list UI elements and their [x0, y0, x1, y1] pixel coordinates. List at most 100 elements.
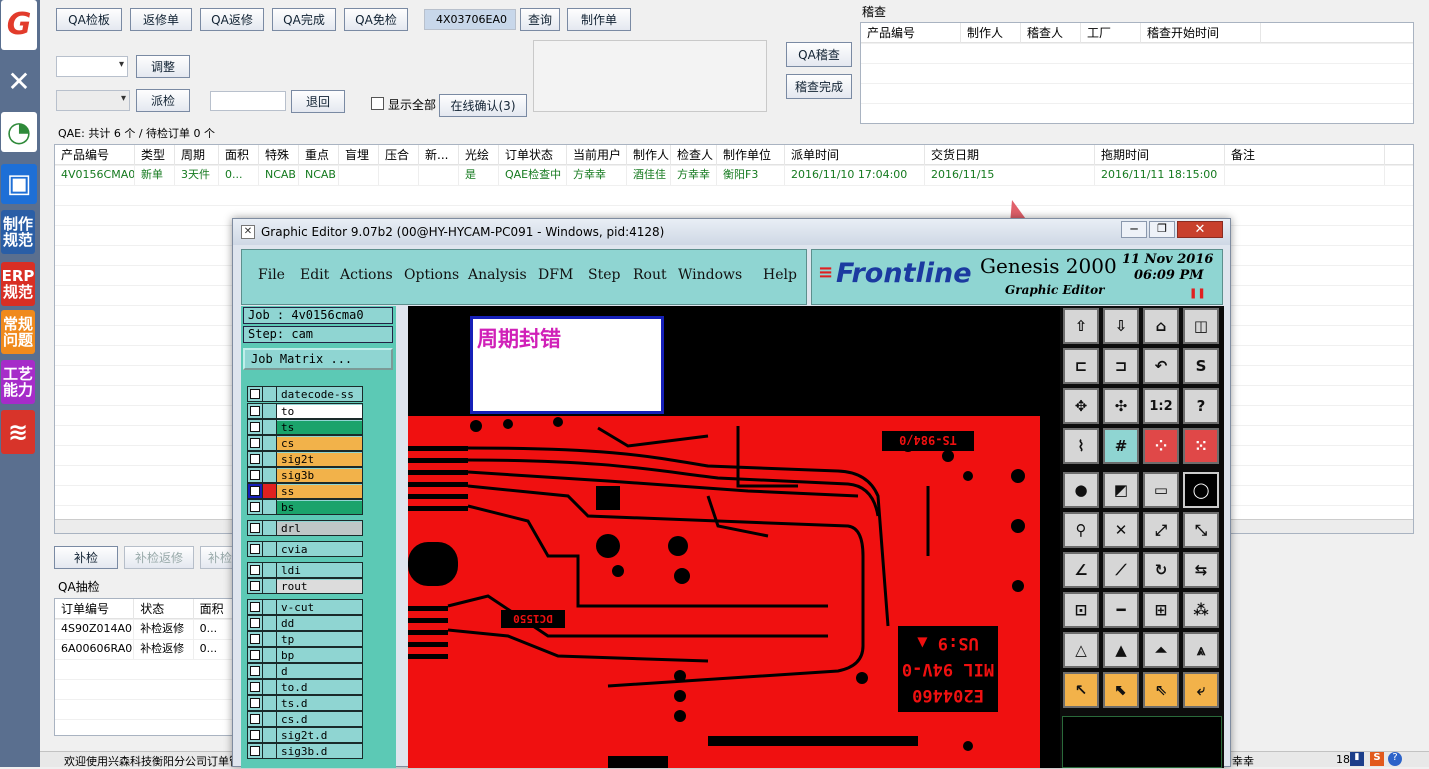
tool-rotate-icon[interactable]: ↻ — [1143, 552, 1179, 588]
rail-save-button[interactable]: ▣ — [1, 164, 37, 204]
orders-col-header[interactable]: 订单状态 — [499, 145, 567, 165]
layer-row[interactable]: sig2t.d — [247, 727, 363, 743]
layer-row[interactable]: ss — [247, 483, 363, 499]
qa-done-button[interactable]: QA完成 — [272, 8, 336, 31]
make-order-button[interactable]: 制作单 — [567, 8, 631, 31]
tool-tri4-icon[interactable]: ⩓ — [1183, 632, 1219, 668]
audit-col-header[interactable]: 工厂 — [1081, 23, 1141, 43]
menu-rout[interactable]: Rout — [633, 267, 667, 283]
tool-zoom-box-icon[interactable]: ◫ — [1183, 308, 1219, 344]
tray-help-icon[interactable]: ? — [1388, 752, 1402, 766]
tool-pad-icon[interactable]: ● — [1063, 472, 1099, 508]
rework-order-button[interactable]: 返修单 — [130, 8, 192, 31]
rail-process-button[interactable]: 工艺能力 — [1, 360, 35, 404]
menu-options[interactable]: Options — [404, 267, 459, 283]
orders-col-header[interactable]: 备注 — [1225, 145, 1385, 165]
layer-row[interactable]: drl — [247, 520, 363, 536]
rail-erp-button[interactable]: ERP规范 — [1, 262, 35, 306]
layer-checkbox[interactable] — [248, 680, 263, 694]
rail-logo-button[interactable]: G — [1, 0, 37, 50]
layer-checkbox[interactable] — [248, 500, 263, 514]
rail-tools-button[interactable]: ✕ — [1, 62, 37, 102]
audit-col-header[interactable]: 制作人 — [961, 23, 1021, 43]
layer-row[interactable]: bp — [247, 647, 363, 663]
layer-row[interactable]: bs — [247, 499, 363, 515]
qa-audit-button[interactable]: QA稽查 — [786, 42, 852, 67]
orders-col-header[interactable]: 光绘 — [459, 145, 499, 165]
adjust-button[interactable]: 调整 — [136, 55, 190, 78]
layer-row[interactable]: dd — [247, 615, 363, 631]
tool-line-icon[interactable]: ⚲ — [1063, 512, 1099, 548]
layer-checkbox[interactable] — [248, 632, 263, 646]
orders-col-header[interactable]: 检查人 — [671, 145, 717, 165]
orders-col-header[interactable]: 类型 — [135, 145, 175, 165]
layer-checkbox[interactable] — [248, 436, 263, 450]
tool-snap-icon[interactable]: ⊡ — [1063, 592, 1099, 628]
audit-col-header[interactable]: 稽查开始时间 — [1141, 23, 1261, 43]
tool-tri2-icon[interactable]: ▲ — [1103, 632, 1139, 668]
table-row[interactable]: 4V0156CMA0 新单 3天件 0... NCAB NCAB 是 QAE检查… — [55, 165, 1413, 185]
tool-ruler-icon[interactable]: ▭ — [1143, 472, 1179, 508]
layer-row[interactable]: ts — [247, 419, 363, 435]
orders-col-header[interactable]: 派单时间 — [785, 145, 925, 165]
tool-net2-icon[interactable]: ⁙ — [1183, 428, 1219, 464]
layer-checkbox[interactable] — [248, 616, 263, 630]
show-all-checkbox[interactable] — [371, 97, 384, 110]
orders-col-header[interactable]: 新... — [419, 145, 459, 165]
dispatch-input[interactable] — [210, 91, 286, 111]
layer-row[interactable]: v-cut — [247, 599, 363, 615]
tool-net-icon[interactable]: ⁘ — [1143, 428, 1179, 464]
orders-col-header[interactable]: 产品编号 — [55, 145, 135, 165]
layer-checkbox[interactable] — [248, 521, 263, 535]
layer-checkbox[interactable] — [248, 579, 263, 593]
tool-pointer-icon[interactable]: ↖ — [1063, 672, 1099, 708]
layer-row[interactable]: to.d — [247, 679, 363, 695]
layer-checkbox[interactable] — [248, 542, 263, 556]
tool-move-icon[interactable]: ⤡ — [1183, 512, 1219, 548]
reinspect-rework-button[interactable]: 补检返修 — [124, 546, 194, 569]
dispatch-button[interactable]: 派检 — [136, 89, 190, 112]
query-button[interactable]: 查询 — [520, 8, 560, 31]
layer-checkbox[interactable] — [248, 744, 263, 758]
layer-checkbox[interactable] — [248, 420, 263, 434]
ge-titlebar[interactable]: ✕ Graphic Editor 9.07b2 (00@HY-HYCAM-PC0… — [233, 219, 1230, 245]
reinspect-button[interactable]: 补检 — [54, 546, 118, 569]
menu-help[interactable]: Help — [763, 267, 797, 283]
orders-col-header[interactable]: 制作人 — [627, 145, 671, 165]
tool-save-icon[interactable]: ⇩ — [1103, 308, 1139, 344]
layer-checkbox[interactable] — [248, 452, 263, 466]
layer-row[interactable]: d — [247, 663, 363, 679]
table-row[interactable]: 4S90Z014A0 补检返修 0... — [55, 619, 253, 639]
menu-dfm[interactable]: DFM — [538, 267, 573, 283]
layer-row[interactable]: ldi — [247, 562, 363, 578]
audit-col-header[interactable]: 稽查人 — [1021, 23, 1081, 43]
menu-file[interactable]: File — [258, 267, 285, 283]
tool-cross-icon[interactable]: ✕ — [1103, 512, 1139, 548]
tool-grid-icon[interactable]: # — [1103, 428, 1139, 464]
tool-s-icon[interactable]: Ѕ — [1183, 348, 1219, 384]
qa-rework-button[interactable]: QA返修 — [200, 8, 264, 31]
layer-row[interactable]: cs.d — [247, 711, 363, 727]
audit-done-button[interactable]: 稽查完成 — [786, 74, 852, 99]
layer-checkbox[interactable] — [248, 648, 263, 662]
menu-analysis[interactable]: Analysis — [468, 267, 527, 283]
tool-arc-icon[interactable]: ⤢ — [1143, 512, 1179, 548]
layer-checkbox[interactable] — [248, 696, 263, 710]
orders-col-header[interactable]: 重点 — [299, 145, 339, 165]
tray-s-icon[interactable]: S — [1370, 752, 1384, 766]
orders-col-header[interactable]: 特殊 — [259, 145, 299, 165]
layer-row[interactable]: sig3b.d — [247, 743, 363, 759]
orders-col-header[interactable]: 周期 — [175, 145, 219, 165]
orders-col-header[interactable]: 压合 — [379, 145, 419, 165]
tool-select-pads-icon[interactable]: ⁂ — [1183, 592, 1219, 628]
tool-tri3-icon[interactable]: ⏶ — [1143, 632, 1179, 668]
online-confirm-button[interactable]: 在线确认(3) — [439, 94, 527, 117]
layer-row[interactable]: cvia — [247, 541, 363, 557]
filter-combo-1[interactable] — [56, 56, 128, 77]
layer-row[interactable]: cs — [247, 435, 363, 451]
qa-board-button[interactable]: QA检板 — [56, 8, 122, 31]
tool-circle-icon[interactable]: ◯ — [1183, 472, 1219, 508]
layer-row[interactable]: to — [247, 403, 363, 419]
tool-shape-icon[interactable]: ◩ — [1103, 472, 1139, 508]
tool-mirror-icon[interactable]: ⇆ — [1183, 552, 1219, 588]
